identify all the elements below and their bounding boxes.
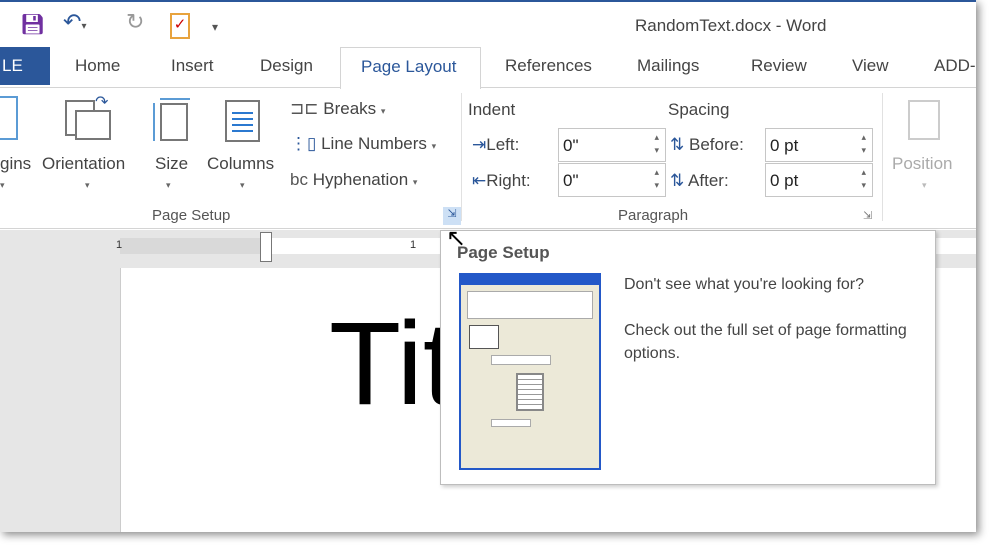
columns-button[interactable]: Columns [207, 154, 274, 174]
tab-view[interactable]: View [852, 56, 889, 76]
breaks-icon: ⊐⊏ [290, 99, 319, 118]
indent-label: Indent [468, 100, 516, 119]
orientation-button[interactable]: Orientation [42, 154, 125, 174]
size-button[interactable]: Size [155, 154, 188, 174]
clipboard-check-icon[interactable]: ✓ [170, 13, 190, 39]
group-label-page-setup: Page Setup [152, 207, 231, 224]
tab-add-ins[interactable]: ADD- [934, 56, 976, 76]
spacing-before-icon: ⇅ [670, 135, 685, 154]
word-window: 💾︎ ↶▾ ↻ ✓ ▾ RandomText.docx - Word LE Ho… [0, 0, 976, 532]
paragraph-launcher-icon[interactable]: ⇲ [863, 209, 872, 222]
undo-icon[interactable]: ↶▾ [63, 9, 86, 35]
breaks-button[interactable]: ⊐⊏ Breaks ▾ [290, 99, 385, 119]
indent-left-input[interactable]: 0" ▴ ▾ [558, 128, 666, 162]
tab-review[interactable]: Review [751, 56, 807, 76]
position-button[interactable]: Position [892, 154, 952, 174]
spinner-icon[interactable]: ▴ ▾ [654, 166, 659, 192]
tab-home[interactable]: Home [75, 56, 120, 76]
tab-references[interactable]: References [505, 56, 592, 76]
spacing-after-label: After: [688, 171, 729, 190]
spacing-after-icon: ⇅ [670, 171, 685, 190]
ruler-mark: 1 [116, 239, 123, 251]
indent-right-label: Right: [486, 171, 531, 190]
window-title: RandomText.docx - Word [635, 16, 827, 35]
indent-left-icon: ⇥ [472, 135, 487, 154]
columns-icon [225, 100, 260, 142]
tab-file[interactable]: LE [0, 47, 50, 85]
line-numbers-icon: ⋮▯ [290, 134, 317, 153]
position-icon [908, 100, 940, 140]
tab-insert[interactable]: Insert [171, 56, 214, 76]
page-setup-tooltip: Page Setup Don't see what you're looking… [440, 230, 936, 485]
tab-mailings[interactable]: Mailings [637, 56, 699, 76]
save-icon[interactable]: 💾︎ [20, 12, 45, 37]
page-setup-dialog-preview-image [459, 273, 601, 470]
hyphenation-button[interactable]: bc Hyphenation ▾ [290, 170, 417, 190]
margins-button[interactable]: gins [0, 154, 31, 174]
tooltip-line-2: Check out the full set of page formattin… [624, 322, 907, 362]
indent-marker[interactable] [260, 232, 272, 262]
ruler-mark: 1 [410, 239, 417, 251]
mouse-cursor-icon: ↖ [446, 225, 467, 252]
page-setup-launcher-icon[interactable]: ⇲ [443, 207, 461, 225]
tab-design[interactable]: Design [260, 56, 313, 76]
indent-right-icon: ⇤ [472, 171, 487, 190]
spacing-after-input[interactable]: 0 pt ▴ ▾ [765, 163, 873, 197]
group-label-paragraph: Paragraph [618, 207, 689, 224]
margins-icon [0, 96, 18, 140]
size-icon [160, 103, 188, 141]
hyphenation-icon: bc [290, 170, 308, 189]
spacing-before-input[interactable]: 0 pt ▴ ▾ [765, 128, 873, 162]
tooltip-line-1: Don't see what you're looking for? [624, 276, 865, 293]
redo-icon[interactable]: ↻ [126, 9, 144, 35]
tab-page-layout[interactable]: Page Layout [340, 47, 481, 89]
spinner-icon[interactable]: ▴ ▾ [654, 131, 659, 157]
spacing-before-label: Before: [688, 135, 744, 154]
tooltip-title: Page Setup [457, 243, 550, 262]
indent-right-input[interactable]: 0" ▴ ▾ [558, 163, 666, 197]
ribbon: gins ▾ ↷ Orientation ▾ Size ▾ Columns ▾ … [0, 87, 976, 229]
spinner-icon[interactable]: ▴ ▾ [861, 131, 866, 157]
customize-icon[interactable]: ▾ [212, 20, 218, 34]
indent-left-label: Left: [486, 135, 520, 154]
line-numbers-button[interactable]: ⋮▯ Line Numbers ▾ [290, 134, 436, 154]
spacing-label: Spacing [668, 100, 730, 119]
spinner-icon[interactable]: ▴ ▾ [861, 166, 866, 192]
